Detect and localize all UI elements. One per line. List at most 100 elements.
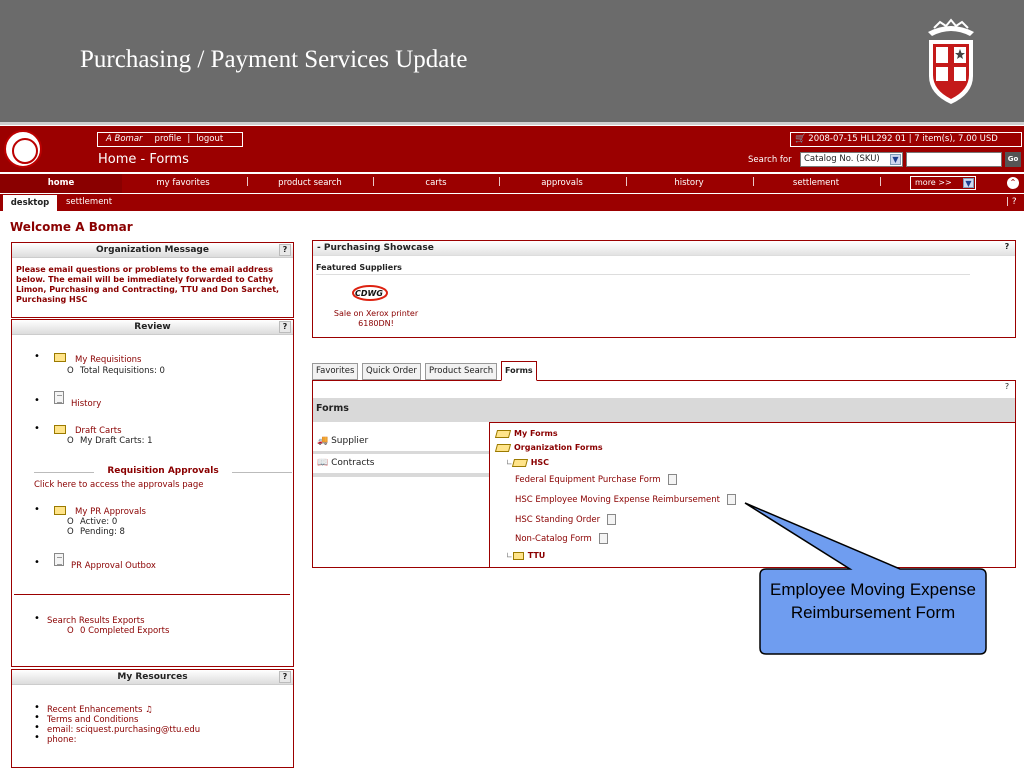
tree-ttu[interactable]: ∟ TTU — [506, 551, 545, 560]
tree-my-forms[interactable]: My Forms — [494, 429, 558, 438]
phone-text: phone: — [47, 735, 77, 745]
form-hsc-employee-moving[interactable]: HSC Employee Moving Expense Reimbursemen… — [515, 494, 736, 505]
bullet: • — [34, 504, 40, 515]
tab-settlement[interactable]: settlement — [66, 194, 112, 211]
sciquest-app: A Bomar profile | logout Home - Forms 🛒 200… — [0, 125, 1024, 768]
approvals-page-link[interactable]: Click here to access the approvals page — [34, 480, 204, 490]
my-requisitions-link[interactable]: My Requisitions — [75, 355, 141, 365]
pending-count: O Pending: 8 — [67, 527, 125, 537]
showcase-title: - Purchasing Showcase — [317, 243, 434, 253]
more-select[interactable]: more >> ▼ — [910, 176, 976, 190]
search-label: Search for — [748, 155, 792, 165]
nav-history[interactable]: history — [627, 174, 751, 193]
terms-link[interactable]: Terms and Conditions — [47, 715, 138, 725]
help-button[interactable]: ? — [279, 244, 291, 256]
nav-home[interactable]: home — [0, 174, 122, 193]
supplier-item[interactable]: 🚚 Supplier — [313, 432, 489, 451]
forms-title: Forms — [313, 398, 1015, 422]
form-non-catalog[interactable]: Non-Catalog Form — [515, 533, 608, 544]
tab-favorites[interactable]: Favorites — [312, 363, 359, 380]
nav-my-favorites[interactable]: my favorites — [122, 174, 244, 193]
organization-message-text: Please email questions or problems to th… — [16, 265, 280, 304]
nav-settlement[interactable]: settlement — [754, 174, 878, 193]
panel-header: My Resources? — [12, 670, 293, 685]
sub-nav: desktop settlement | ? — [0, 194, 1024, 211]
help-button[interactable]: ? — [279, 671, 291, 683]
forms-panel: ? Forms 🚚 Supplier 📖 Contracts My Forms … — [312, 380, 1016, 568]
bullet: • — [34, 557, 40, 568]
email-link[interactable]: email: sciquest.purchasing@ttu.edu — [47, 725, 200, 735]
form-hsc-standing-order[interactable]: HSC Standing Order — [515, 514, 617, 525]
slide-header: Purchasing / Payment Services Update — [0, 0, 1024, 122]
bullet: • — [34, 395, 40, 406]
contracts-item[interactable]: 📖 Contracts — [313, 454, 489, 473]
search-input[interactable] — [906, 152, 1002, 167]
panel-title: Review — [134, 322, 171, 332]
app-seal-icon — [4, 130, 42, 168]
folder-open-icon — [511, 458, 528, 467]
nav-carts[interactable]: carts — [374, 174, 498, 193]
document-icon — [54, 391, 64, 404]
showcase-header: - Purchasing Showcase? — [313, 241, 1015, 256]
history-link[interactable]: History — [71, 399, 101, 409]
bullet: • — [34, 423, 40, 434]
panel-header: Review? — [12, 320, 293, 335]
search-type-select[interactable]: Catalog No. (SKU) ▼ — [800, 152, 903, 167]
my-resources-panel: My Resources? • Recent Enhancements ♫ • … — [11, 669, 294, 768]
search-type-value: Catalog No. (SKU) — [804, 154, 880, 164]
featured-suppliers-label: Featured Suppliers — [316, 263, 402, 272]
promo-link[interactable]: Sale on Xerox printer 6180DN! — [321, 309, 431, 329]
search-results-exports-link[interactable]: Search Results Exports — [47, 616, 145, 626]
document-icon — [607, 514, 617, 525]
book-icon: 📖 — [317, 458, 329, 468]
welcome-heading: Welcome A Bomar — [10, 220, 133, 234]
folder-open-icon — [494, 443, 512, 452]
review-panel: Review? • My Requisitions O Total Requisi… — [11, 319, 294, 667]
my-draft-carts: O My Draft Carts: 1 — [67, 436, 153, 446]
nav-product-search[interactable]: product search — [248, 174, 372, 193]
recent-enhancements-link[interactable]: Recent Enhancements ♫ — [47, 705, 153, 715]
help-link[interactable]: | ? — [1006, 194, 1017, 211]
help-button[interactable]: ? — [279, 321, 291, 333]
tab-forms[interactable]: Forms — [501, 361, 537, 381]
tab-quick-order[interactable]: Quick Order — [362, 363, 421, 380]
music-note-icon: ♫ — [145, 705, 153, 715]
folder-icon — [54, 353, 66, 362]
callout-text: Employee Moving Expense Reimbursement Fo… — [769, 580, 976, 622]
main-nav: home my favorites | product search | car… — [0, 174, 1024, 193]
tab-desktop[interactable]: desktop — [3, 195, 57, 211]
cdwg-logo[interactable]: CDWG — [349, 283, 389, 303]
pr-approval-outbox-link[interactable]: PR Approval Outbox — [71, 561, 156, 571]
panel-header: Organization Message? — [12, 243, 293, 258]
completed-exports[interactable]: O0 Completed Exports — [67, 626, 169, 636]
tab-product-search[interactable]: Product Search — [425, 363, 498, 380]
panel-title: Organization Message — [96, 245, 209, 255]
go-button[interactable]: Go — [1005, 152, 1021, 167]
university-seal-logo — [928, 18, 974, 104]
divider — [316, 274, 970, 275]
form-federal-equipment[interactable]: Federal Equipment Purchase Form — [515, 474, 677, 485]
page-title: Home - Forms — [98, 152, 189, 167]
help-button[interactable]: ? — [1001, 382, 1013, 394]
collapse-icon[interactable]: ⌃ — [1007, 177, 1019, 189]
cart-status[interactable]: 🛒 2008-07-15 HLL292 01 | 7 item(s), 7.00… — [790, 132, 1022, 147]
chevron-down-icon: ▼ — [963, 178, 974, 188]
help-button[interactable]: ? — [1001, 242, 1013, 254]
nav-approvals[interactable]: approvals — [500, 174, 624, 193]
document-icon — [54, 553, 64, 566]
tree-organization-forms[interactable]: Organization Forms — [494, 443, 603, 452]
bullet: • — [34, 613, 40, 624]
logout-link[interactable]: logout — [196, 134, 223, 144]
bullet: • — [34, 732, 40, 743]
cart-icon: 🛒 — [795, 134, 806, 144]
tree-hsc[interactable]: ∟ HSC — [506, 458, 549, 467]
top-bar: A Bomar profile | logout Home - Forms 🛒 200… — [0, 126, 1024, 172]
profile-link[interactable]: profile — [155, 134, 182, 144]
forms-help-row: ? — [313, 381, 1015, 398]
nav-separator: | — [879, 177, 883, 187]
slide-title: Purchasing / Payment Services Update — [80, 46, 468, 73]
bullet: • — [34, 351, 40, 362]
draft-carts-link[interactable]: Draft Carts — [75, 426, 122, 436]
my-pr-approvals-link[interactable]: My PR Approvals — [75, 507, 146, 517]
folder-icon — [54, 506, 66, 515]
